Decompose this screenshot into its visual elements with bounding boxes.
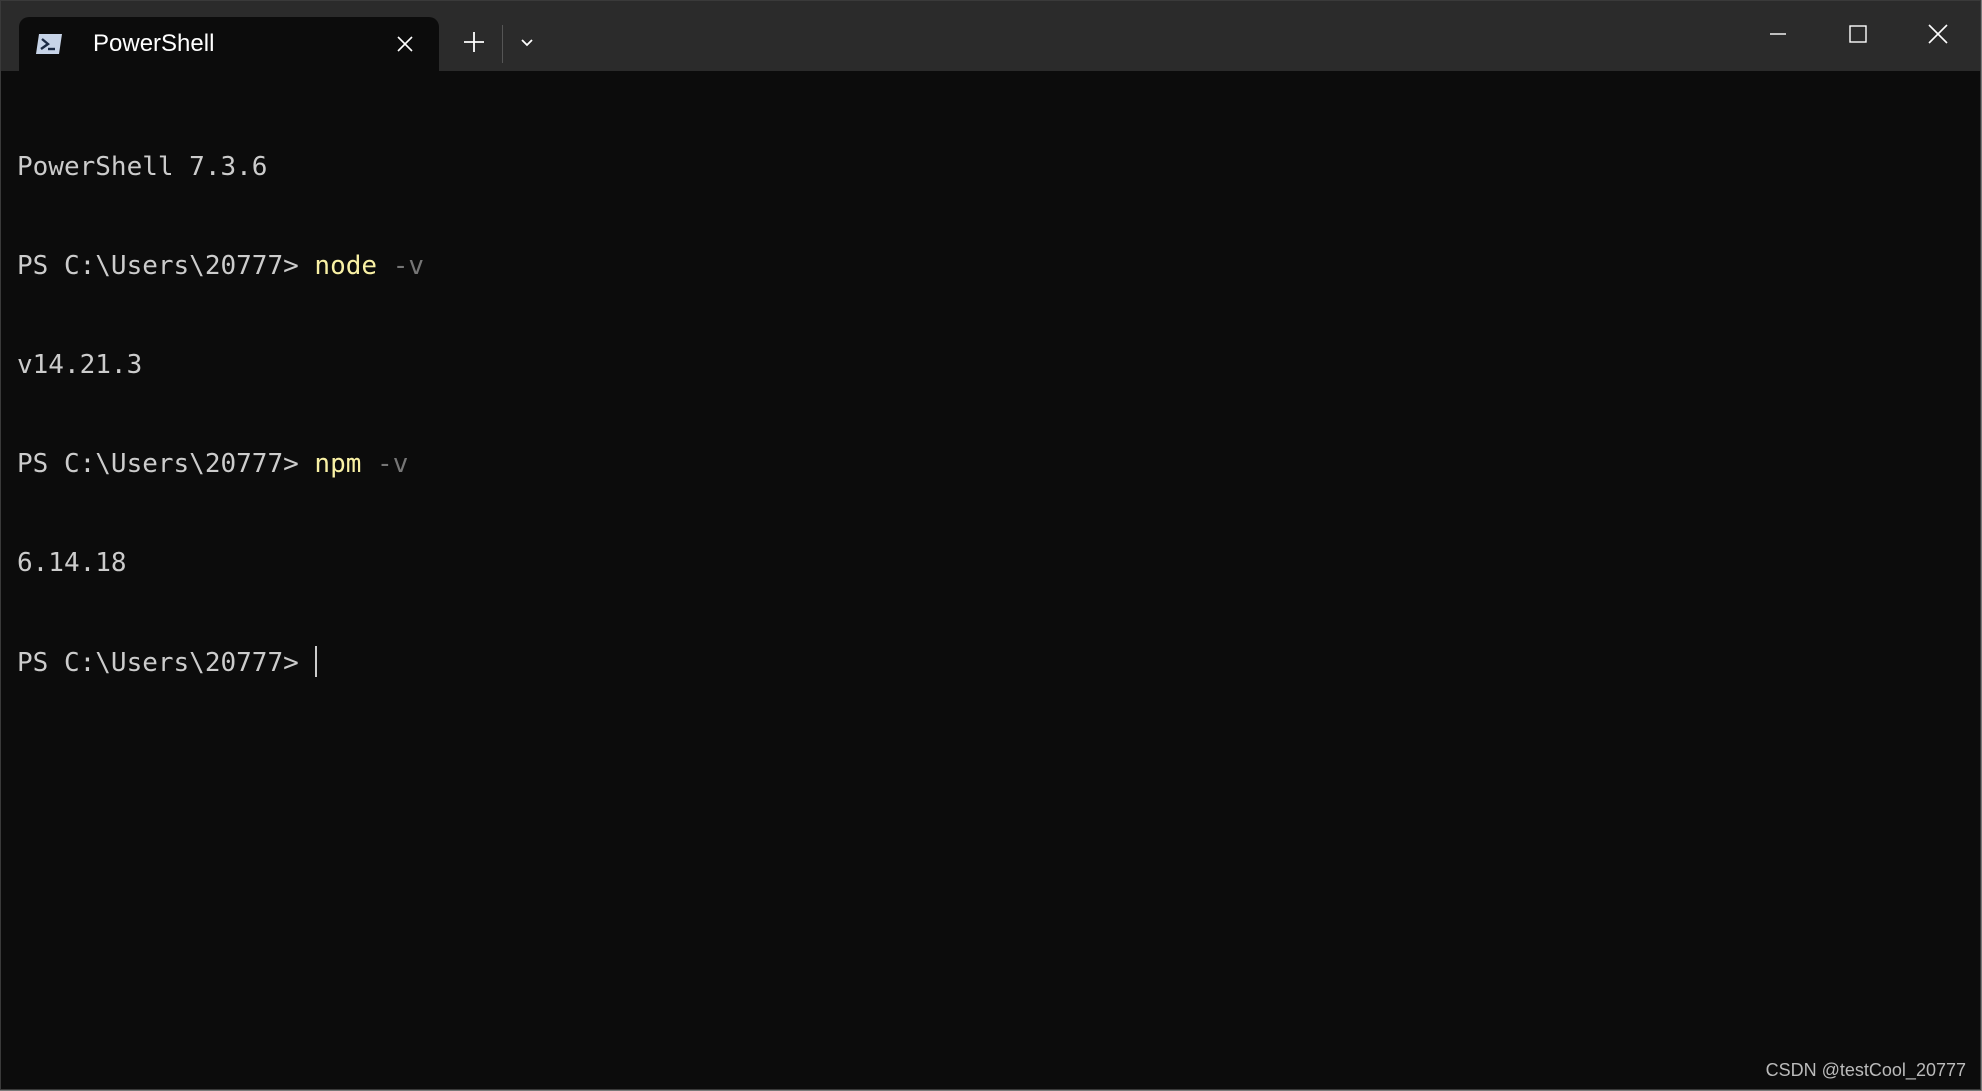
chevron-down-icon	[520, 35, 534, 53]
argument-text: -v	[377, 251, 425, 281]
tab-dropdown-button[interactable]	[507, 23, 547, 65]
tab-powershell[interactable]: PowerShell	[19, 17, 439, 71]
terminal-line: PS C:\Users\20777> node -v	[17, 250, 1964, 283]
new-tab-button[interactable]	[453, 23, 495, 65]
argument-text: -v	[361, 449, 409, 479]
output-text: PowerShell 7.3.6	[17, 152, 268, 182]
terminal-line: 6.14.18	[17, 547, 1964, 580]
minimize-button[interactable]	[1738, 1, 1818, 71]
prompt-text: PS C:\Users\20777>	[17, 648, 315, 678]
terminal-line: PS C:\Users\20777>	[17, 646, 1964, 679]
tab-close-icon[interactable]	[385, 24, 425, 64]
terminal-line: PowerShell 7.3.6	[17, 151, 1964, 184]
tab-title: PowerShell	[93, 30, 215, 57]
plus-icon	[463, 31, 485, 58]
close-button[interactable]	[1898, 1, 1978, 71]
minimize-icon	[1769, 25, 1787, 48]
maximize-icon	[1849, 24, 1867, 48]
prompt-text: PS C:\Users\20777>	[17, 449, 315, 479]
terminal-output[interactable]: PowerShell 7.3.6 PS C:\Users\20777> node…	[17, 85, 1964, 1069]
tab-separator	[502, 25, 503, 63]
terminal-line: PS C:\Users\20777> npm -v	[17, 448, 1964, 481]
prompt-text: PS C:\Users\20777>	[17, 251, 315, 281]
title-bar[interactable]: PowerShell	[1, 1, 1980, 71]
output-text: v14.21.3	[17, 350, 143, 380]
close-icon	[1928, 23, 1948, 49]
watermark: CSDN @testCool_20777	[1765, 1060, 1966, 1080]
output-text: 6.14.18	[17, 548, 127, 578]
powershell-icon	[35, 32, 63, 56]
terminal-window: PowerShell PowerShell 7.3.6 PS C:\Users\…	[0, 0, 1981, 1090]
command-text: npm	[314, 449, 362, 479]
maximize-button[interactable]	[1818, 1, 1898, 71]
command-text: node	[314, 251, 378, 281]
terminal-line: v14.21.3	[17, 349, 1964, 382]
text-cursor	[315, 646, 318, 677]
